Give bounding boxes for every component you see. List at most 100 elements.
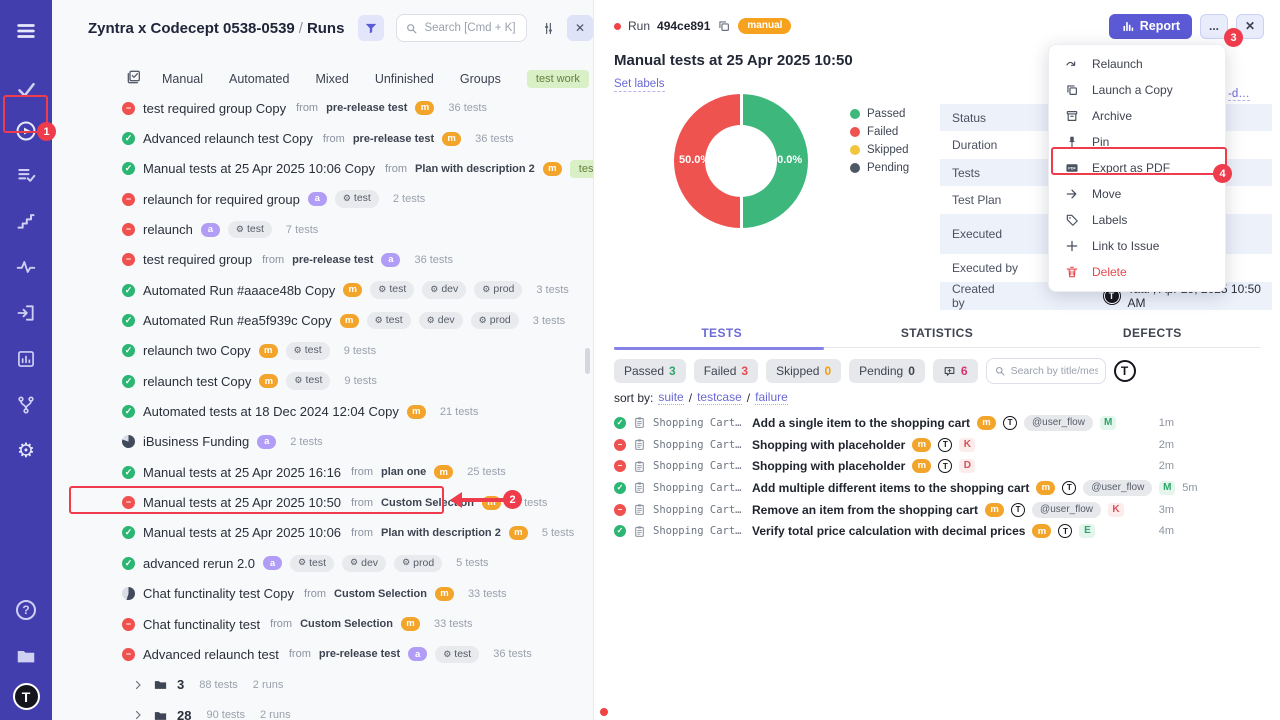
run-status-half-icon xyxy=(122,587,135,600)
detail-close-button[interactable]: ✕ xyxy=(1236,14,1264,39)
tab-manual[interactable]: Manual xyxy=(162,72,203,86)
run-list-item[interactable]: ✓Manual tests at 25 Apr 2025 10:06 Copyf… xyxy=(52,154,593,184)
menu-item-delete[interactable]: Delete xyxy=(1049,259,1225,285)
help-icon[interactable]: ? xyxy=(8,593,44,627)
run-status-passed-icon: ✓ xyxy=(122,405,135,418)
reports-chart-icon[interactable] xyxy=(8,342,44,376)
run-list-item[interactable]: ✓Manual tests at 25 Apr 2025 16:16frompl… xyxy=(52,457,593,487)
tests-search-input[interactable] xyxy=(1011,365,1098,377)
folder-row[interactable]: 388 tests2 runs xyxy=(52,670,593,700)
tab-groups[interactable]: Groups xyxy=(460,72,501,86)
test-tag-chip: @user_flow xyxy=(1024,415,1093,431)
tab-statistics[interactable]: STATISTICS xyxy=(829,326,1044,347)
env-chip: ⚙test xyxy=(435,646,479,664)
donut-hole xyxy=(705,125,777,197)
menu-item-archive[interactable]: Archive xyxy=(1049,103,1225,129)
filter-chip-pending[interactable]: Pending0 xyxy=(849,359,925,383)
filter-chip-skipped[interactable]: Skipped0 xyxy=(766,359,841,383)
steps-icon[interactable] xyxy=(8,204,44,238)
folder-tests-count: 88 tests xyxy=(199,679,238,691)
test-cases-icon[interactable] xyxy=(8,158,44,192)
filter-tag-chip[interactable]: test work xyxy=(527,70,589,88)
run-list-item[interactable]: ✓relaunch two Copym⚙test9 tests xyxy=(52,336,593,366)
search-input[interactable] xyxy=(424,22,518,34)
run-list-item[interactable]: −Manual tests at 25 Apr 2025 10:50fromCu… xyxy=(52,487,593,517)
sort-row: sort by: suite/testcase/failure xyxy=(614,390,788,405)
menu-item-labels[interactable]: Labels xyxy=(1049,207,1225,233)
run-status-failed-icon: − xyxy=(122,253,135,266)
run-list-item[interactable]: −relaunch for required groupa⚙test2 test… xyxy=(52,184,593,214)
run-list-item[interactable]: −test required group Copyfrompre-release… xyxy=(52,93,593,123)
run-list-item[interactable]: −Advanced relaunch testfrompre-release t… xyxy=(52,639,593,669)
legend-label: Pending xyxy=(867,162,909,174)
enter-icon[interactable] xyxy=(8,296,44,330)
test-row[interactable]: −Shopping Cart…Shopping with placeholder… xyxy=(614,455,1174,477)
view-settings-icon[interactable] xyxy=(535,15,561,41)
select-all-icon[interactable] xyxy=(126,69,142,90)
menu-item-link-to-issue[interactable]: Link to Issue xyxy=(1049,233,1225,259)
test-plan-link[interactable]: -d… xyxy=(1228,88,1250,101)
run-tests-count: 36 tests xyxy=(448,102,487,114)
menu-item-launch-a-copy[interactable]: Launch a Copy xyxy=(1049,77,1225,103)
tab-defects[interactable]: DEFECTS xyxy=(1045,326,1260,347)
filter-chip-failed[interactable]: Failed3 xyxy=(694,359,758,383)
menu-item-move[interactable]: Move xyxy=(1049,181,1225,207)
test-row[interactable]: ✓Shopping Cart…Add a single item to the … xyxy=(614,412,1174,434)
run-list-item[interactable]: −Chat functinality testfromCustom Select… xyxy=(52,609,593,639)
filter-chip-passed[interactable]: Passed3 xyxy=(614,359,686,383)
tests-search[interactable] xyxy=(986,358,1106,384)
tab-tests[interactable]: TESTS xyxy=(614,326,829,347)
assignee-avatar[interactable]: T xyxy=(1114,360,1136,382)
test-row[interactable]: −Shopping Cart…Shopping with placeholder… xyxy=(614,434,1174,456)
gear-icon: ⚙ xyxy=(294,345,302,357)
run-list-item[interactable]: ✓Automated tests at 18 Dec 2024 12:04 Co… xyxy=(52,396,593,426)
menu-item-pin[interactable]: Pin xyxy=(1049,129,1225,155)
comment-filter-chip[interactable]: 6 xyxy=(933,359,978,383)
copy-icon[interactable] xyxy=(717,19,731,33)
projects-folder-icon[interactable] xyxy=(8,639,44,673)
check-icon[interactable] xyxy=(8,72,44,106)
run-list-item[interactable]: −relauncha⚙test7 tests xyxy=(52,214,593,244)
panel-close-button[interactable]: ✕ xyxy=(567,15,593,41)
tab-mixed[interactable]: Mixed xyxy=(315,72,348,86)
branch-icon[interactable] xyxy=(8,388,44,422)
menu-item-export-as-pdf[interactable]: PDFExport as PDF xyxy=(1049,155,1225,181)
test-row[interactable]: −Shopping Cart…Remove an item from the s… xyxy=(614,499,1174,521)
folder-row[interactable]: 2890 tests2 runs xyxy=(52,700,593,720)
tab-automated[interactable]: Automated xyxy=(229,72,289,86)
report-button[interactable]: Report xyxy=(1109,14,1192,39)
sort-option-failure[interactable]: failure xyxy=(755,390,788,405)
chip-count: 0 xyxy=(824,364,831,378)
run-list-item[interactable]: ✓Advanced relaunch test Copyfrompre-rele… xyxy=(52,123,593,153)
menu-icon[interactable] xyxy=(8,14,44,48)
run-title: Chat functinality test Copy xyxy=(143,586,294,601)
runs-search[interactable] xyxy=(396,14,527,42)
test-row[interactable]: ✓Shopping Cart…Add multiple different it… xyxy=(614,477,1174,499)
run-list-item[interactable]: ✓advanced rerun 2.0a⚙test⚙dev⚙prod5 test… xyxy=(52,548,593,578)
run-list-item[interactable]: ✓Manual tests at 25 Apr 2025 10:06fromPl… xyxy=(52,518,593,548)
sort-option-testcase[interactable]: testcase xyxy=(697,390,742,405)
activity-icon[interactable] xyxy=(8,250,44,284)
run-tag-chip: test work xyxy=(570,160,593,178)
run-list-item[interactable]: iBusiness Fundinga2 tests xyxy=(52,427,593,457)
runs-play-icon[interactable] xyxy=(8,114,44,148)
run-list-item[interactable]: −test required groupfrompre-release test… xyxy=(52,245,593,275)
scrollbar-thumb[interactable] xyxy=(585,348,590,374)
settings-gear-icon[interactable]: ⚙ xyxy=(8,434,44,468)
run-list-item[interactable]: ✓relaunch test Copym⚙test9 tests xyxy=(52,366,593,396)
run-list-item[interactable]: ✓Automated Run #ea5f939c Copym⚙test⚙dev⚙… xyxy=(52,305,593,335)
user-avatar[interactable]: T xyxy=(13,683,40,710)
run-title: test required group xyxy=(143,252,252,267)
tab-unfinished[interactable]: Unfinished xyxy=(375,72,434,86)
menu-item-relaunch[interactable]: Relaunch xyxy=(1049,51,1225,77)
env-name: test xyxy=(454,648,471,662)
set-labels-link[interactable]: Set labels xyxy=(614,78,665,92)
env-chip: ⚙test xyxy=(290,555,334,573)
test-row[interactable]: ✓Shopping Cart…Verify total price calcul… xyxy=(614,520,1174,542)
run-list-item[interactable]: Chat functinality test CopyfromCustom Se… xyxy=(52,579,593,609)
more-actions-button[interactable]: ... xyxy=(1200,14,1228,39)
sort-option-suite[interactable]: suite xyxy=(658,390,683,405)
filter-button[interactable] xyxy=(358,15,384,41)
run-tests-count: 5 tests xyxy=(542,527,574,539)
run-list-item[interactable]: ✓Automated Run #aaace48b Copym⚙test⚙dev⚙… xyxy=(52,275,593,305)
